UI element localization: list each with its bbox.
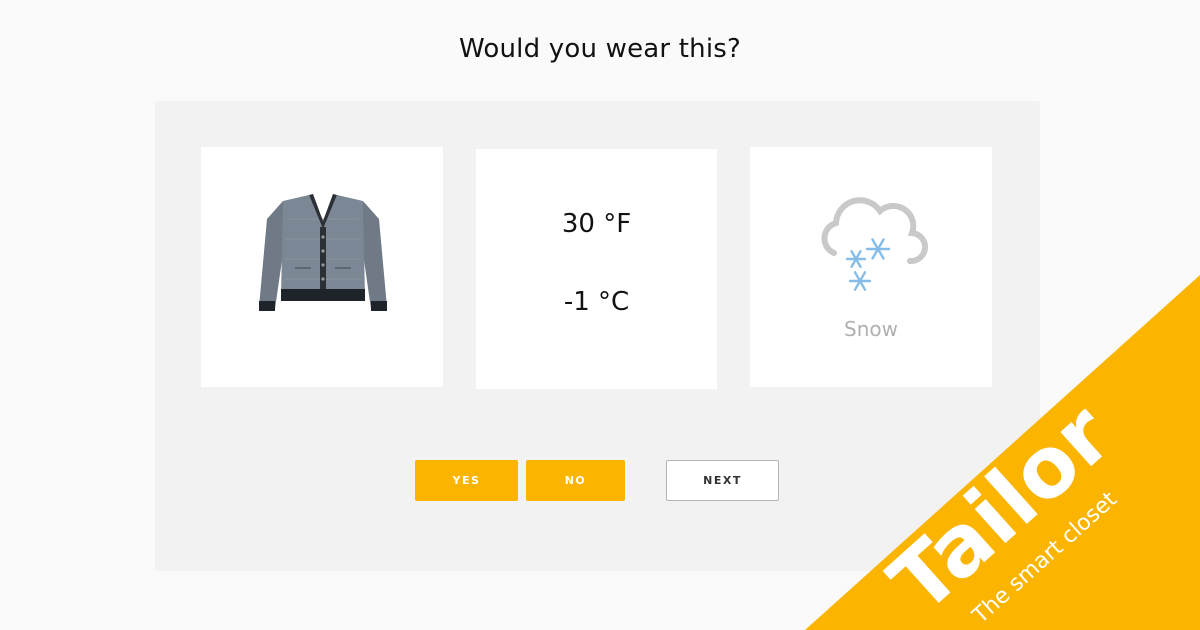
page-title: Would you wear this? (459, 34, 741, 64)
cardigan-icon (259, 194, 387, 311)
temperature-celsius: -1 °C (563, 287, 630, 317)
weather-card: Snow (750, 147, 992, 387)
next-button[interactable]: NEXT (666, 460, 779, 501)
weather-label: Snow (844, 317, 898, 341)
clothing-item-card (201, 147, 443, 387)
snow-cloud-icon (821, 197, 928, 291)
no-button[interactable]: NO (526, 460, 625, 501)
temperature-fahrenheit: 30 °F (561, 209, 632, 239)
question-panel: 30 °F -1 °C Snow YES NO NEXT (155, 101, 1040, 571)
yes-button[interactable]: YES (415, 460, 518, 501)
temperature-card: 30 °F -1 °C (476, 149, 717, 389)
